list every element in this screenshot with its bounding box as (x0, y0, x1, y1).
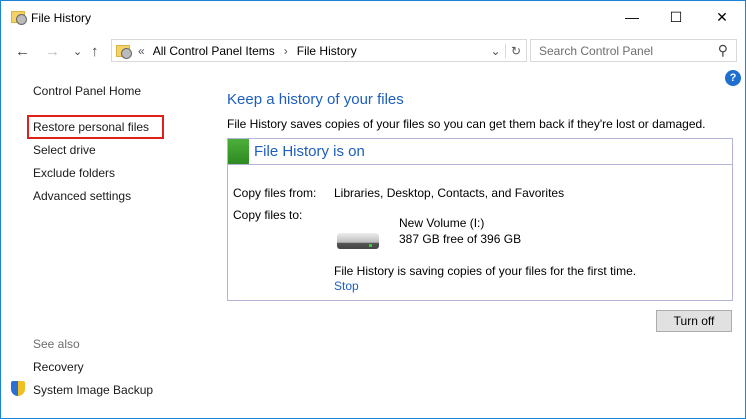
drive-space: 387 GB free of 396 GB (399, 232, 522, 246)
recent-locations-button[interactable]: ⌄ (73, 45, 82, 58)
page-description: File History saves copies of your files … (227, 117, 706, 131)
drive-name: New Volume (I:) (399, 216, 485, 230)
system-image-backup-link[interactable]: System Image Backup (33, 383, 153, 397)
window-title: File History (31, 11, 92, 25)
turn-off-button[interactable]: Turn off (656, 310, 732, 332)
refresh-icon[interactable]: ↻ (506, 44, 526, 58)
select-drive-link[interactable]: Select drive (33, 143, 96, 157)
divider (228, 164, 732, 165)
search-icon: ⚲ (717, 42, 728, 58)
help-icon[interactable]: ? (725, 70, 741, 86)
drive-icon (337, 233, 379, 249)
forward-button[interactable]: → (45, 43, 60, 60)
progress-text: File History is saving copies of your fi… (334, 264, 637, 278)
advanced-settings-link[interactable]: Advanced settings (33, 189, 131, 203)
stop-link[interactable]: Stop (334, 279, 359, 293)
recovery-link[interactable]: Recovery (33, 360, 84, 374)
breadcrumb-all-control-panel-items[interactable]: All Control Panel Items (153, 44, 275, 58)
file-history-window: File History — ☐ ✕ ← → ⌄ ↑ « All Control… (0, 0, 746, 419)
overflow-icon[interactable]: « (138, 44, 145, 58)
search-input[interactable]: Search Control Panel ⚲ (530, 39, 737, 62)
page-heading: Keep a history of your files (227, 91, 404, 108)
file-history-icon (11, 11, 27, 25)
exclude-folders-link[interactable]: Exclude folders (33, 166, 115, 180)
control-panel-home-link[interactable]: Control Panel Home (33, 84, 141, 98)
search-placeholder: Search Control Panel (539, 43, 654, 58)
back-button[interactable]: ← (15, 43, 30, 60)
copy-from-value: Libraries, Desktop, Contacts, and Favori… (334, 186, 565, 200)
maximize-button[interactable]: ☐ (653, 1, 699, 33)
address-bar[interactable]: « All Control Panel Items › File History… (111, 39, 527, 62)
status-green-bar (228, 139, 249, 164)
up-button[interactable]: ↑ (91, 43, 99, 60)
restore-personal-files-link[interactable]: Restore personal files (33, 120, 149, 134)
see-also-label: See also (33, 337, 80, 351)
chevron-right-icon: › (283, 43, 288, 58)
drive-led (369, 244, 372, 247)
file-history-icon (116, 44, 132, 59)
minimize-button[interactable]: — (609, 1, 655, 33)
copy-from-label: Copy files from: (233, 186, 317, 200)
shield-icon (11, 381, 25, 396)
status-panel: File History is on Copy files from: Libr… (227, 138, 733, 301)
address-dropdown-icon[interactable]: ⌄ (486, 43, 506, 58)
close-button[interactable]: ✕ (699, 1, 745, 33)
status-title: File History is on (254, 143, 365, 160)
breadcrumb-file-history[interactable]: File History (297, 44, 357, 58)
copy-to-label: Copy files to: (233, 208, 303, 222)
